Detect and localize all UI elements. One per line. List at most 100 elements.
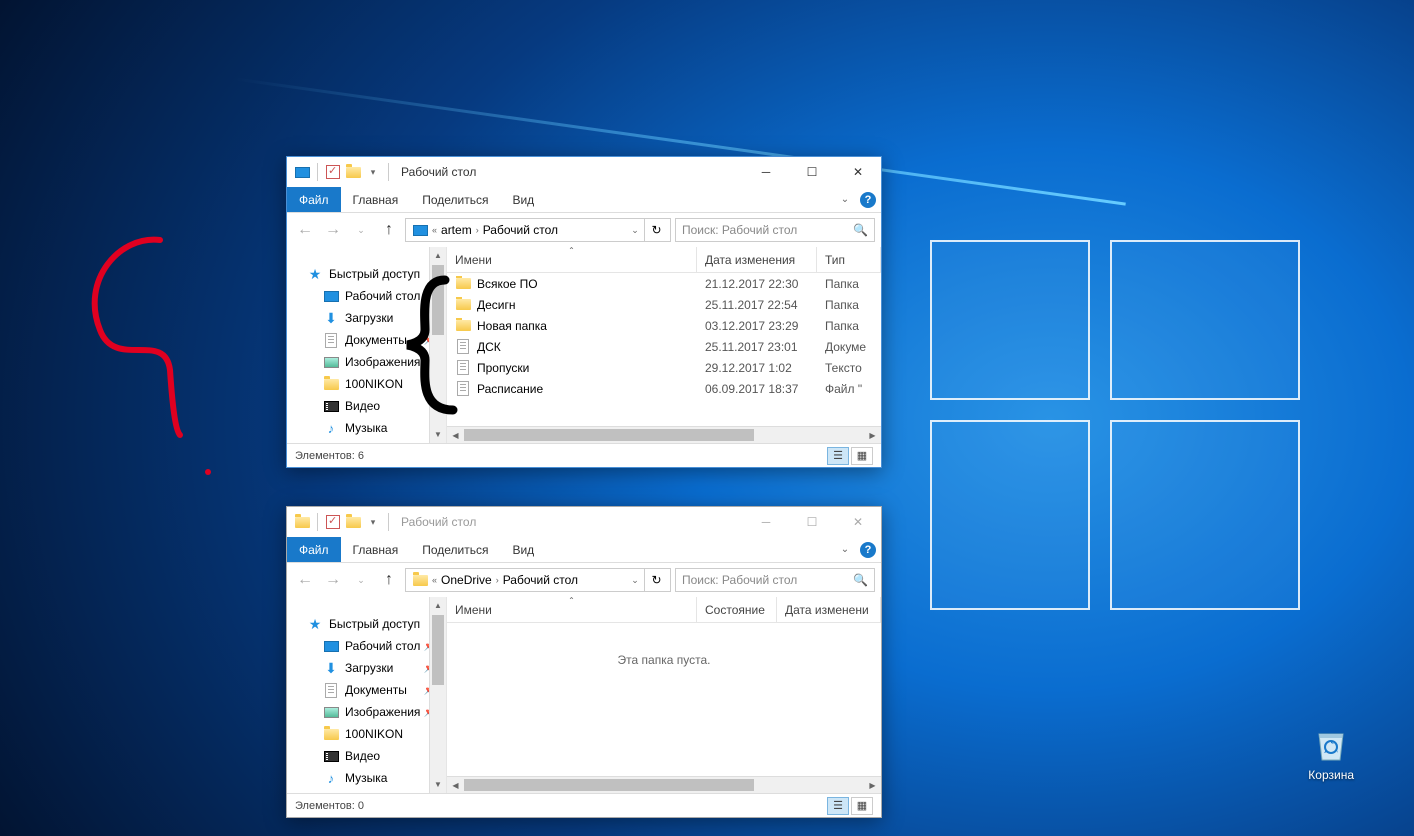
- sidebar-item-100nikon[interactable]: 100NIKON: [287, 723, 446, 745]
- maximize-button[interactable]: ☐: [789, 157, 835, 187]
- column-date[interactable]: Дата изменени: [777, 597, 881, 622]
- nav-recent[interactable]: ⌄: [349, 568, 373, 592]
- nav-back[interactable]: ←: [293, 568, 317, 592]
- tab-view[interactable]: Вид: [500, 187, 546, 212]
- tab-home[interactable]: Главная: [341, 187, 411, 212]
- search-placeholder: Поиск: Рабочий стол: [682, 573, 797, 587]
- sidebar-scrollbar[interactable]: ▲▼: [429, 247, 446, 443]
- file-name: ДСК: [477, 340, 501, 354]
- sidebar-item-documents[interactable]: Документы📌: [287, 679, 446, 701]
- sidebar-item-downloads[interactable]: ⬇Загрузки📌: [287, 307, 446, 329]
- titlebar[interactable]: ▾ Рабочий стол ─ ☐ ✕: [287, 157, 881, 187]
- app-icon: [293, 163, 311, 181]
- address-bar[interactable]: « OneDrive › Рабочий стол ⌄ ↻: [405, 568, 671, 592]
- file-type: Папка: [817, 298, 881, 312]
- breadcrumb-part1[interactable]: artem: [437, 223, 476, 237]
- tab-view[interactable]: Вид: [500, 537, 546, 562]
- address-dropdown[interactable]: ⌄: [626, 575, 644, 586]
- view-details-button[interactable]: ☰: [827, 797, 849, 815]
- file-row[interactable]: Новая папка03.12.2017 23:29Папка: [447, 315, 881, 336]
- file-date: 29.12.2017 1:02: [697, 361, 817, 375]
- sidebar-item-video[interactable]: Видео: [287, 395, 446, 417]
- empty-folder-message: Эта папка пуста.: [447, 623, 881, 667]
- breadcrumb-part2[interactable]: Рабочий стол: [499, 573, 582, 587]
- nav-up[interactable]: ↑: [377, 218, 401, 242]
- folder-qat-icon[interactable]: [344, 163, 362, 181]
- titlebar[interactable]: ▾ Рабочий стол ─ ☐ ✕: [287, 507, 881, 537]
- nav-forward[interactable]: →: [321, 218, 345, 242]
- ribbon-expand[interactable]: ⌄: [835, 537, 855, 562]
- sidebar-item-desktop[interactable]: Рабочий стол📌: [287, 285, 446, 307]
- sidebar-item-100nikon[interactable]: 100NIKON: [287, 373, 446, 395]
- explorer-window-1[interactable]: ▾ Рабочий стол ─ ☐ ✕ Файл Главная Подели…: [286, 156, 882, 468]
- window-title: Рабочий стол: [401, 515, 743, 529]
- sidebar-quick-access[interactable]: ★Быстрый доступ: [287, 613, 446, 635]
- ribbon-expand[interactable]: ⌄: [835, 187, 855, 212]
- maximize-button[interactable]: ☐: [789, 507, 835, 537]
- file-name: Всякое ПО: [477, 277, 538, 291]
- qat-dropdown[interactable]: ▾: [364, 163, 382, 181]
- help-button[interactable]: ?: [855, 187, 881, 212]
- tab-file[interactable]: Файл: [287, 537, 341, 562]
- sidebar-item-music[interactable]: ♪Музыка: [287, 767, 446, 789]
- view-details-button[interactable]: ☰: [827, 447, 849, 465]
- file-list[interactable]: Эта папка пуста.: [447, 623, 881, 776]
- nav-recent[interactable]: ⌄: [349, 218, 373, 242]
- refresh-button[interactable]: ↻: [644, 219, 668, 241]
- breadcrumb-part1[interactable]: OneDrive: [437, 573, 496, 587]
- sidebar: ★Быстрый доступ Рабочий стол📌 ⬇Загрузки📌…: [287, 247, 447, 443]
- search-input[interactable]: Поиск: Рабочий стол 🔍: [675, 568, 875, 592]
- explorer-window-2[interactable]: ▾ Рабочий стол ─ ☐ ✕ Файл Главная Подели…: [286, 506, 882, 818]
- address-dropdown[interactable]: ⌄: [626, 225, 644, 236]
- sidebar-item-desktop[interactable]: Рабочий стол📌: [287, 635, 446, 657]
- file-list[interactable]: Всякое ПО21.12.2017 22:30ПапкаДесигн25.1…: [447, 273, 881, 426]
- column-date[interactable]: Дата изменения: [697, 247, 817, 272]
- tab-share[interactable]: Поделиться: [410, 187, 500, 212]
- nav-forward[interactable]: →: [321, 568, 345, 592]
- file-row[interactable]: ДСК25.11.2017 23:01Докуме: [447, 336, 881, 357]
- column-name[interactable]: ⌃Имени: [447, 247, 697, 272]
- sidebar-item-downloads[interactable]: ⬇Загрузки📌: [287, 657, 446, 679]
- tab-file[interactable]: Файл: [287, 187, 341, 212]
- recycle-bin[interactable]: Корзина: [1308, 720, 1354, 782]
- sidebar-item-documents[interactable]: Документы📌: [287, 329, 446, 351]
- tab-home[interactable]: Главная: [341, 537, 411, 562]
- sidebar-item-pictures[interactable]: Изображения📌: [287, 701, 446, 723]
- horizontal-scrollbar[interactable]: ◀▶: [447, 426, 881, 443]
- column-state[interactable]: Состояние: [697, 597, 777, 622]
- sidebar-item-pictures[interactable]: Изображения📌: [287, 351, 446, 373]
- column-name[interactable]: ⌃Имени: [447, 597, 697, 622]
- sidebar-item-video[interactable]: Видео: [287, 745, 446, 767]
- minimize-button[interactable]: ─: [743, 507, 789, 537]
- nav-up[interactable]: ↑: [377, 568, 401, 592]
- file-row[interactable]: Расписание06.09.2017 18:37Файл ": [447, 378, 881, 399]
- file-date: 03.12.2017 23:29: [697, 319, 817, 333]
- view-icons-button[interactable]: ▦: [851, 447, 873, 465]
- view-icons-button[interactable]: ▦: [851, 797, 873, 815]
- qat-dropdown[interactable]: ▾: [364, 513, 382, 531]
- file-row[interactable]: Всякое ПО21.12.2017 22:30Папка: [447, 273, 881, 294]
- sidebar-item-music[interactable]: ♪Музыка: [287, 417, 446, 439]
- folder-qat-icon[interactable]: [344, 513, 362, 531]
- search-input[interactable]: Поиск: Рабочий стол 🔍: [675, 218, 875, 242]
- window-title: Рабочий стол: [401, 165, 743, 179]
- refresh-button[interactable]: ↻: [644, 569, 668, 591]
- close-button[interactable]: ✕: [835, 157, 881, 187]
- column-type[interactable]: Тип: [817, 247, 881, 272]
- close-button[interactable]: ✕: [835, 507, 881, 537]
- nav-back[interactable]: ←: [293, 218, 317, 242]
- horizontal-scrollbar[interactable]: ◀▶: [447, 776, 881, 793]
- help-button[interactable]: ?: [855, 537, 881, 562]
- status-count: Элементов: 6: [295, 450, 364, 462]
- properties-qat-icon[interactable]: [324, 163, 342, 181]
- sidebar-scrollbar[interactable]: ▲▼: [429, 597, 446, 793]
- status-count: Элементов: 0: [295, 800, 364, 812]
- breadcrumb-part2[interactable]: Рабочий стол: [479, 223, 562, 237]
- sidebar-quick-access[interactable]: ★Быстрый доступ: [287, 263, 446, 285]
- properties-qat-icon[interactable]: [324, 513, 342, 531]
- file-row[interactable]: Пропуски29.12.2017 1:02Тексто: [447, 357, 881, 378]
- minimize-button[interactable]: ─: [743, 157, 789, 187]
- file-row[interactable]: Десигн25.11.2017 22:54Папка: [447, 294, 881, 315]
- address-bar[interactable]: « artem › Рабочий стол ⌄ ↻: [405, 218, 671, 242]
- tab-share[interactable]: Поделиться: [410, 537, 500, 562]
